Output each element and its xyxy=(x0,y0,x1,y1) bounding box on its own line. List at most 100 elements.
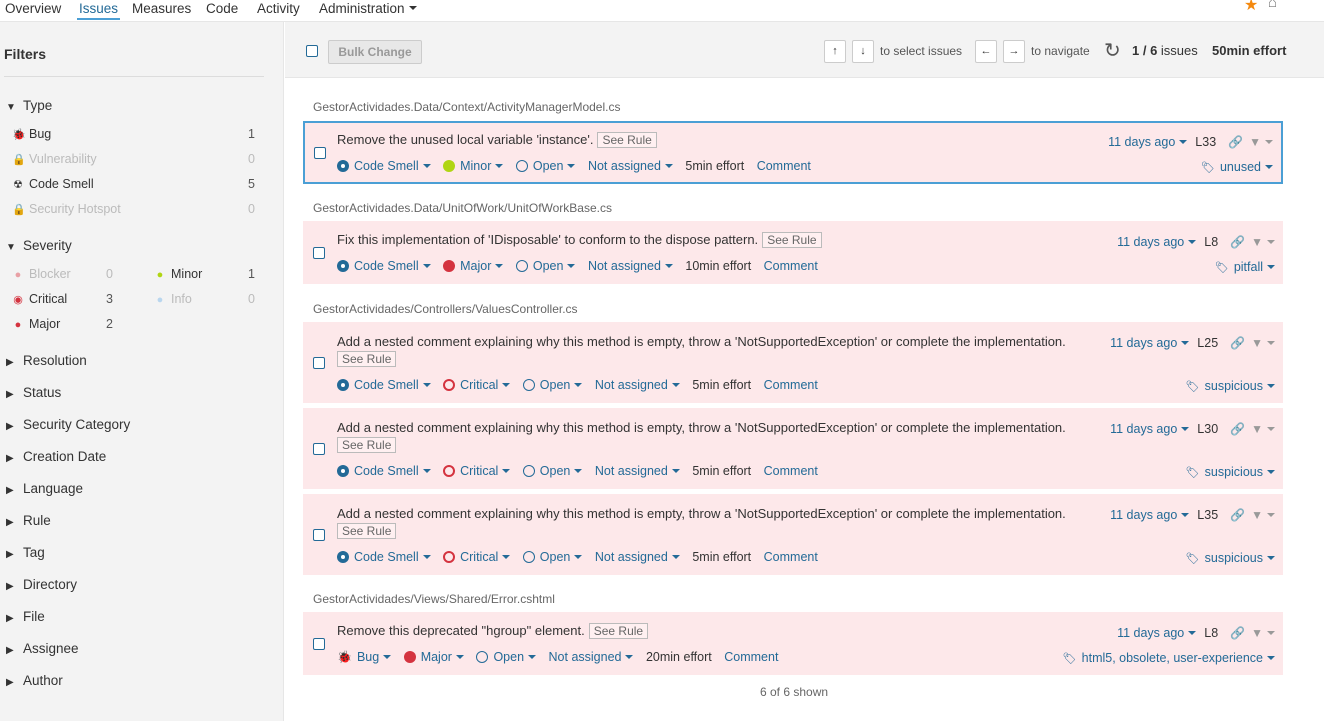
filter-icon[interactable]: ▼ xyxy=(1251,626,1275,640)
issue-type[interactable]: Code Smell xyxy=(337,550,431,564)
star-icon[interactable]: ★ xyxy=(1244,0,1258,15)
facet-item-critical[interactable]: ◉ Critical xyxy=(12,292,67,306)
link-icon[interactable]: 🔗 xyxy=(1230,626,1245,640)
issue-severity[interactable]: Major xyxy=(403,650,464,664)
facet-author[interactable]: ▶ Author xyxy=(6,673,63,688)
facet-item-major[interactable]: ● Major xyxy=(12,317,61,331)
issue-tags[interactable]: 🏷 suspicious xyxy=(1186,551,1275,565)
up-key-button[interactable]: ↑ xyxy=(824,40,846,63)
link-icon[interactable]: 🔗 xyxy=(1230,336,1245,350)
issue-assignee[interactable]: Not assigned xyxy=(549,650,634,664)
facet-item-security-hotspot[interactable]: 🔒 Security Hotspot xyxy=(12,202,121,216)
issue-line[interactable]: L35 xyxy=(1197,508,1218,522)
down-key-button[interactable]: ↓ xyxy=(852,40,874,63)
issue-checkbox[interactable] xyxy=(314,147,326,159)
facet-resolution[interactable]: ▶ Resolution xyxy=(6,353,87,368)
select-all-checkbox[interactable] xyxy=(306,45,318,57)
issue-tags[interactable]: 🏷 unused xyxy=(1201,160,1273,174)
issue-line[interactable]: L33 xyxy=(1195,135,1216,149)
see-rule-button[interactable]: See Rule xyxy=(337,351,397,367)
see-rule-button[interactable]: See Rule xyxy=(588,623,649,639)
facet-status[interactable]: ▶ Status xyxy=(6,385,61,400)
facet-rule[interactable]: ▶ Rule xyxy=(6,513,51,528)
facet-directory[interactable]: ▶ Directory xyxy=(6,577,77,592)
tab-issues[interactable]: Issues xyxy=(77,0,121,20)
issue-message[interactable]: Remove the unused local variable 'instan… xyxy=(337,132,657,148)
home-icon[interactable]: ⌂ xyxy=(1268,0,1277,11)
link-icon[interactable]: 🔗 xyxy=(1230,508,1245,522)
filter-icon[interactable]: ▼ xyxy=(1251,422,1275,436)
issue-status[interactable]: Open xyxy=(515,159,576,173)
tab-activity[interactable]: Activity xyxy=(255,0,302,17)
comment-link[interactable]: Comment xyxy=(764,259,818,273)
issue-tags[interactable]: 🏷 html5, obsolete, user-experience xyxy=(1063,651,1275,665)
filter-icon[interactable]: ▼ xyxy=(1251,336,1275,350)
left-key-button[interactable]: ← xyxy=(975,40,997,63)
issue-line[interactable]: L8 xyxy=(1204,626,1218,640)
issue-severity[interactable]: Critical xyxy=(443,550,511,564)
facet-security-category[interactable]: ▶ Security Category xyxy=(6,417,130,432)
issue-age[interactable]: 11 days ago xyxy=(1117,235,1197,249)
facet-item-minor[interactable]: ● Minor xyxy=(154,267,203,281)
right-key-button[interactable]: → xyxy=(1003,40,1025,63)
issue-card[interactable]: Fix this implementation of 'IDisposable'… xyxy=(303,221,1283,284)
see-rule-button[interactable]: See Rule xyxy=(337,437,397,453)
facet-item-blocker[interactable]: ● Blocker xyxy=(12,267,71,281)
tab-overview[interactable]: Overview xyxy=(3,0,63,17)
link-icon[interactable]: 🔗 xyxy=(1230,422,1245,436)
issue-age[interactable]: 11 days ago xyxy=(1110,336,1190,350)
issue-assignee[interactable]: Not assigned xyxy=(595,378,680,392)
comment-link[interactable]: Comment xyxy=(764,550,818,564)
issue-message[interactable]: Fix this implementation of 'IDisposable'… xyxy=(337,232,822,248)
facet-item-bug[interactable]: 🐞 Bug xyxy=(12,127,51,141)
issue-severity[interactable]: Minor xyxy=(443,159,504,173)
issue-line[interactable]: L25 xyxy=(1197,336,1218,350)
issue-checkbox[interactable] xyxy=(313,357,325,369)
tab-measures[interactable]: Measures xyxy=(130,0,193,17)
issue-checkbox[interactable] xyxy=(313,529,325,541)
issue-message[interactable]: Add a nested comment explaining why this… xyxy=(337,506,1066,539)
issue-status[interactable]: Open xyxy=(522,378,583,392)
issue-type[interactable]: Code Smell xyxy=(337,378,431,392)
facet-type[interactable]: ▼ Type xyxy=(6,98,52,113)
comment-link[interactable]: Comment xyxy=(764,464,818,478)
facet-item-code-smell[interactable]: ☢ Code Smell xyxy=(12,177,94,191)
issue-severity[interactable]: Critical xyxy=(443,378,511,392)
bulk-change-button[interactable]: Bulk Change xyxy=(328,40,422,64)
issue-message[interactable]: Remove this deprecated "hgroup" element.… xyxy=(337,623,649,639)
issue-status[interactable]: Open xyxy=(476,650,537,664)
facet-assignee[interactable]: ▶ Assignee xyxy=(6,641,79,656)
see-rule-button[interactable]: See Rule xyxy=(337,523,397,539)
issue-message[interactable]: Add a nested comment explaining why this… xyxy=(337,420,1066,453)
issue-card[interactable]: Add a nested comment explaining why this… xyxy=(303,494,1283,575)
issue-status[interactable]: Open xyxy=(522,550,583,564)
filter-icon[interactable]: ▼ xyxy=(1251,508,1275,522)
issue-checkbox[interactable] xyxy=(313,443,325,455)
issue-checkbox[interactable] xyxy=(313,247,325,259)
comment-link[interactable]: Comment xyxy=(724,650,778,664)
reload-icon[interactable]: ↻ xyxy=(1104,38,1121,63)
link-icon[interactable]: 🔗 xyxy=(1230,235,1245,249)
issue-card[interactable]: Add a nested comment explaining why this… xyxy=(303,408,1283,489)
filter-icon[interactable]: ▼ xyxy=(1251,235,1275,249)
issue-line[interactable]: L8 xyxy=(1204,235,1218,249)
issue-age[interactable]: 11 days ago xyxy=(1110,508,1190,522)
issue-age[interactable]: 11 days ago xyxy=(1110,422,1190,436)
issue-type[interactable]: 🐞 Bug xyxy=(337,650,392,664)
issue-status[interactable]: Open xyxy=(522,464,583,478)
see-rule-button[interactable]: See Rule xyxy=(597,132,657,148)
facet-item-info[interactable]: ● Info xyxy=(154,292,192,306)
issue-assignee[interactable]: Not assigned xyxy=(588,159,673,173)
issue-assignee[interactable]: Not assigned xyxy=(595,464,680,478)
issue-age[interactable]: 11 days ago xyxy=(1117,626,1197,640)
issue-severity[interactable]: Critical xyxy=(443,464,511,478)
issue-status[interactable]: Open xyxy=(515,259,576,273)
issue-checkbox[interactable] xyxy=(313,638,325,650)
issue-tags[interactable]: 🏷 suspicious xyxy=(1186,465,1275,479)
issue-card[interactable]: Add a nested comment explaining why this… xyxy=(303,322,1283,403)
issue-age[interactable]: 11 days ago xyxy=(1108,135,1188,149)
issue-severity[interactable]: Major xyxy=(443,259,504,273)
facet-item-vulnerability[interactable]: 🔒 Vulnerability xyxy=(12,152,97,166)
issue-line[interactable]: L30 xyxy=(1197,422,1218,436)
facet-creation-date[interactable]: ▶ Creation Date xyxy=(6,449,106,464)
